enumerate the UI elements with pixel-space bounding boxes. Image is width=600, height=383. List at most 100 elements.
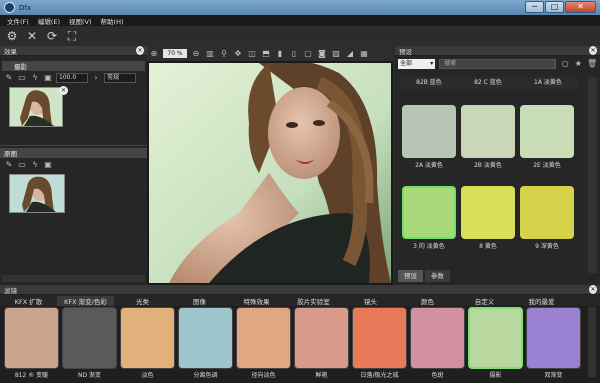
star-icon[interactable]: ★ xyxy=(574,59,583,69)
filter-item-selected[interactable]: 摄影 xyxy=(468,307,523,379)
filters-panel: 滤镜 ✕ KFX 扩散 KFX 渐变/色彩 光类 图像 特殊效果 胶片实验室 镜… xyxy=(0,285,600,383)
tab-presets[interactable]: 预设 xyxy=(398,270,423,282)
filter-item[interactable]: 分离色调 xyxy=(178,307,233,379)
preset-item[interactable]: 2E 淡黄色 xyxy=(520,105,574,169)
compare-icon[interactable]: ▮ xyxy=(275,49,285,59)
close-button[interactable]: ✕ xyxy=(565,1,596,13)
minimize-button[interactable]: ─ xyxy=(525,1,544,13)
menu-help[interactable]: 帮助(H) xyxy=(101,16,124,26)
refresh-icon[interactable]: ⟳ xyxy=(45,29,59,43)
filter-category-tab[interactable]: 我的最爱 xyxy=(513,296,570,306)
menu-file[interactable]: 文件(F) xyxy=(7,16,29,26)
main-photo[interactable] xyxy=(149,63,391,283)
preset-item[interactable]: 9 深黄色 xyxy=(520,186,574,250)
settings-icon[interactable]: ⚙ xyxy=(5,29,19,43)
zoom-in-icon[interactable]: ⊕ xyxy=(149,49,159,59)
original-thumbnail[interactable] xyxy=(9,174,65,213)
image-icon[interactable]: ▨ xyxy=(331,49,341,59)
filter-category-tab[interactable]: 光类 xyxy=(114,296,171,306)
remove-layer-icon[interactable]: ✕ xyxy=(59,86,68,95)
filter-category-tab[interactable]: KFX 渐变/色彩 xyxy=(57,295,114,306)
filter-item[interactable]: 双渐变 xyxy=(526,307,581,379)
mask-icon[interactable]: ▣ xyxy=(43,160,53,170)
filter-label: 摄影 xyxy=(489,372,502,379)
preset-label: 2A 淡黄色 xyxy=(415,162,443,169)
layer-thumbnail[interactable]: ✕ xyxy=(9,86,68,127)
split-horizontal-icon[interactable]: ⬒ xyxy=(261,49,271,59)
clear-search-icon[interactable]: ○ xyxy=(560,59,569,69)
filter-item[interactable]: 径向淡色 xyxy=(236,307,291,379)
filter-category-tab[interactable]: 镜头 xyxy=(342,296,399,306)
preset-label[interactable]: 1A 淡黄色 xyxy=(534,77,562,89)
preset-thumbnail xyxy=(402,186,456,239)
window-title: Dfx xyxy=(19,3,31,12)
filter-scrollbar[interactable] xyxy=(588,307,596,377)
opacity-input[interactable]: 100.0 xyxy=(56,73,88,83)
tab-parameters[interactable]: 参数 xyxy=(425,270,450,282)
vertical-scrollbar[interactable] xyxy=(588,77,597,273)
trash-icon[interactable]: 🗑 xyxy=(587,59,597,69)
filter-item[interactable]: 鲜艳 xyxy=(294,307,349,379)
layer-header-photo[interactable]: 摄影 xyxy=(2,61,145,71)
cancel-icon[interactable]: ✕ xyxy=(25,29,39,43)
fit-icon[interactable]: ▥ xyxy=(205,49,215,59)
preset-search-input[interactable]: 搜索 xyxy=(439,58,557,69)
title-bar: Dfx ─ □ ✕ xyxy=(0,0,600,15)
app-window: Dfx ─ □ ✕ 文件(F) 编辑(E) 视图(V) 帮助(H) ⚙ ✕ ⟳ … xyxy=(0,0,600,383)
filter-category-tab[interactable]: 胶片实验室 xyxy=(285,296,342,306)
mask-icon[interactable]: ▣ xyxy=(43,73,53,83)
filter-item[interactable]: 812 ® 变暖 xyxy=(4,307,59,379)
close-icon[interactable]: ✕ xyxy=(589,46,597,55)
category-select[interactable]: 全部 ▾ xyxy=(398,58,436,69)
fit-screen-icon[interactable]: ⛶ xyxy=(65,29,79,43)
filter-category-tab[interactable]: 颜色 xyxy=(399,296,456,306)
zoom-out-icon[interactable]: ⊖ xyxy=(191,49,201,59)
preset-item-selected[interactable]: 3 的 淡黄色 xyxy=(402,186,456,250)
main-toolbar: ⚙ ✕ ⟳ ⛶ xyxy=(0,26,600,46)
filter-thumbnail xyxy=(352,307,407,369)
pan-icon[interactable]: ✥ xyxy=(233,49,243,59)
close-icon[interactable]: ✕ xyxy=(136,46,144,55)
chevron-right-icon[interactable]: › xyxy=(91,73,101,83)
monitor-icon[interactable]: ▭ xyxy=(17,160,27,170)
preset-label[interactable]: 82B 蓝色 xyxy=(416,77,442,89)
horizontal-scrollbar[interactable] xyxy=(2,275,145,282)
histogram-icon[interactable]: ◢ xyxy=(345,49,355,59)
close-icon[interactable]: ✕ xyxy=(589,285,597,294)
split-view-icon[interactable]: ◫ xyxy=(247,49,257,59)
preset-item[interactable]: 2B 淡黄色 xyxy=(461,105,515,169)
preset-item[interactable]: 2A 淡黄色 xyxy=(402,105,456,169)
brush-icon[interactable]: ✎ xyxy=(4,73,14,83)
preset-thumbnail xyxy=(402,105,456,158)
blend-mode-select[interactable]: 常规 xyxy=(104,73,136,83)
lightning-icon[interactable]: ϟ xyxy=(30,73,40,83)
layer-header-original[interactable]: 原图 xyxy=(0,148,147,158)
filter-category-tab[interactable]: 图像 xyxy=(171,296,228,306)
lightning-icon[interactable]: ϟ xyxy=(30,160,40,170)
menu-view[interactable]: 视图(V) xyxy=(69,16,92,26)
effects-panel: 效果 ✕ 摄影 ✎ ▭ ϟ ▣ 100.0 › 常规 ✕ 原图 ✎ ▭ ϟ ▣ xyxy=(0,46,147,285)
preset-item[interactable]: 8 黄色 xyxy=(461,186,515,250)
menu-edit[interactable]: 编辑(E) xyxy=(38,16,60,26)
viewer-toolbar: ⊕ 70 % ⊖ ▥ ⚲ ✥ ◫ ⬒ ▮ ▯ ▢ ◙ ▨ ◢ ▦ xyxy=(147,46,393,61)
filter-category-tab[interactable]: KFX 扩散 xyxy=(0,296,57,306)
brush-icon[interactable]: ✎ xyxy=(4,160,14,170)
filter-item[interactable]: ND 渐变 xyxy=(62,307,117,379)
filter-thumbnail xyxy=(120,307,175,369)
filter-item[interactable]: 淡色 xyxy=(120,307,175,379)
camera-icon[interactable]: ◙ xyxy=(317,49,327,59)
layer-title: 摄影 xyxy=(14,63,27,71)
filter-label: 日落/极光之城 xyxy=(360,372,399,379)
frame-icon[interactable]: ▢ xyxy=(303,49,313,59)
maximize-button[interactable]: □ xyxy=(545,1,564,13)
monitor-icon[interactable]: ▭ xyxy=(17,73,27,83)
filter-category-tab[interactable]: 自定义 xyxy=(456,296,513,306)
filter-item[interactable]: 色斑 xyxy=(410,307,465,379)
filter-category-tab[interactable]: 特殊效果 xyxy=(228,296,285,306)
preset-label[interactable]: 82 C 蓝色 xyxy=(474,77,502,89)
page-icon[interactable]: ▯ xyxy=(289,49,299,59)
zoom-level[interactable]: 70 % xyxy=(163,49,187,58)
filter-item[interactable]: 日落/极光之城 xyxy=(352,307,407,379)
grid-icon[interactable]: ▦ xyxy=(359,49,369,59)
magnifier-icon[interactable]: ⚲ xyxy=(219,49,229,59)
